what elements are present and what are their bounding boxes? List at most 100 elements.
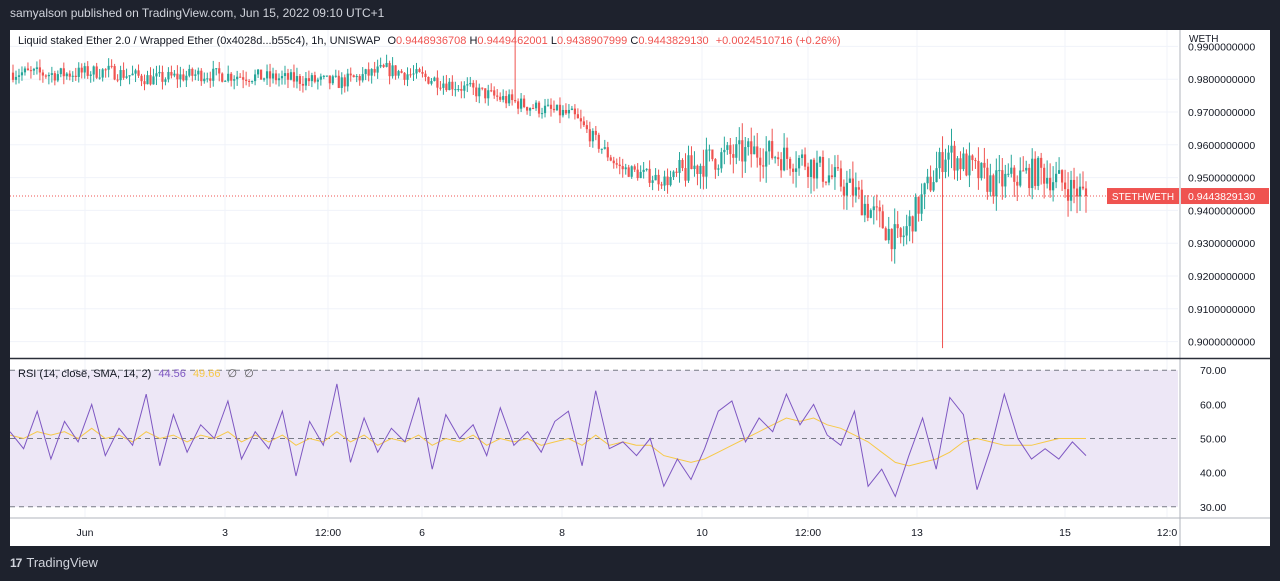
rsi-tick-label: 70.00 bbox=[1200, 365, 1226, 377]
candle-body bbox=[29, 70, 33, 72]
visibility-icon[interactable]: ∅ bbox=[228, 368, 238, 380]
candle-body bbox=[567, 109, 571, 114]
candle-body bbox=[941, 152, 944, 173]
candle-body bbox=[1058, 170, 1061, 174]
candle-body bbox=[968, 155, 971, 176]
candle-body bbox=[230, 73, 233, 81]
time-tick-label: 3 bbox=[222, 527, 228, 539]
candle-body bbox=[920, 194, 923, 214]
candle-body bbox=[935, 168, 938, 183]
candle-body bbox=[1049, 177, 1052, 191]
rsi-name: RSI (14, close, SMA, 14, 2) bbox=[18, 368, 152, 380]
candle-body bbox=[854, 187, 857, 196]
candle-body bbox=[989, 175, 992, 192]
candle-body bbox=[998, 170, 1001, 172]
candle-body bbox=[74, 75, 77, 77]
time-tick-label: 6 bbox=[419, 527, 425, 539]
price-tick-label: 0.9800000000 bbox=[1188, 74, 1255, 86]
candle-body bbox=[917, 197, 920, 214]
candle-body bbox=[1084, 188, 1088, 197]
candle-body bbox=[478, 87, 481, 97]
candle-body bbox=[893, 224, 896, 250]
symbol-legend[interactable]: Liquid staked Ether 2.0 / Wrapped Ether … bbox=[18, 35, 841, 47]
candle-body bbox=[322, 75, 325, 77]
candle-body bbox=[786, 147, 789, 159]
chart-canvas[interactable]: 0.99000000000.98000000000.97000000000.96… bbox=[10, 30, 1270, 546]
candle-body bbox=[585, 125, 588, 130]
candle-body bbox=[546, 104, 550, 106]
candle-body bbox=[194, 74, 197, 76]
candle-body bbox=[803, 154, 807, 167]
candle-body bbox=[433, 77, 436, 82]
price-tick-label: 0.9600000000 bbox=[1188, 140, 1255, 152]
candle-body bbox=[167, 71, 170, 80]
candle-body bbox=[869, 210, 872, 218]
candle-body bbox=[53, 73, 56, 81]
footer-brand[interactable]: 17 TradingView bbox=[10, 555, 98, 570]
candle-body bbox=[609, 157, 612, 161]
candle-body bbox=[508, 94, 511, 104]
candle-body bbox=[221, 73, 224, 82]
candle-body bbox=[191, 68, 194, 76]
time-tick-label: 13 bbox=[911, 527, 923, 539]
candle-body bbox=[397, 71, 400, 76]
candle-body bbox=[361, 74, 364, 81]
candle-body bbox=[475, 87, 478, 97]
candle-body bbox=[860, 189, 863, 216]
candle-body bbox=[1069, 179, 1073, 201]
price-tick-label: 0.9400000000 bbox=[1188, 205, 1255, 217]
candle-body bbox=[1081, 186, 1085, 189]
candle-body bbox=[83, 66, 86, 73]
candle-body bbox=[765, 151, 768, 167]
candle-body bbox=[343, 77, 346, 87]
candle-body bbox=[502, 96, 505, 100]
candle-body bbox=[224, 80, 227, 82]
candle-body bbox=[245, 79, 248, 81]
candle-body bbox=[239, 76, 242, 78]
change-value: +0.0024510716 (+0.26%) bbox=[715, 35, 841, 47]
candle-body bbox=[890, 228, 893, 250]
candle-body bbox=[983, 162, 986, 168]
candle-body bbox=[720, 152, 723, 169]
candle-body bbox=[430, 81, 433, 84]
candle-body bbox=[104, 69, 107, 71]
time-tick-label: Jun bbox=[77, 527, 94, 539]
candle-body bbox=[887, 228, 890, 241]
candle-body bbox=[265, 71, 269, 79]
candle-body bbox=[35, 67, 39, 69]
candle-body bbox=[11, 72, 15, 80]
rsi-legend[interactable]: RSI (14, close, SMA, 14, 2) 44.56 49.66 … bbox=[18, 367, 254, 380]
candle-body bbox=[227, 73, 230, 81]
price-tick-label: 0.9300000000 bbox=[1188, 238, 1255, 250]
candle-body bbox=[956, 158, 959, 171]
candle-body bbox=[1043, 167, 1046, 184]
candle-body bbox=[705, 149, 708, 177]
candle-body bbox=[134, 70, 137, 74]
candle-body bbox=[233, 79, 236, 81]
candle-body bbox=[520, 98, 523, 109]
candle-body bbox=[780, 159, 783, 171]
candle-body bbox=[588, 129, 591, 142]
candle-body bbox=[672, 171, 675, 177]
visibility-icon[interactable]: ∅ bbox=[244, 368, 254, 380]
candle-body bbox=[693, 165, 696, 170]
candle-body bbox=[612, 160, 615, 164]
candle-body bbox=[517, 101, 520, 109]
candle-body bbox=[944, 159, 947, 173]
candle-body bbox=[528, 108, 532, 111]
candle-body bbox=[328, 75, 331, 84]
candle-body bbox=[340, 77, 343, 88]
candle-body bbox=[681, 159, 684, 169]
candle-body bbox=[932, 182, 935, 191]
candle-body bbox=[762, 165, 765, 167]
candle-body bbox=[421, 72, 424, 74]
candle-body bbox=[26, 68, 30, 71]
candle-body bbox=[277, 78, 281, 81]
brand-name: TradingView bbox=[26, 555, 98, 570]
candle-body bbox=[690, 155, 693, 170]
time-tick-label: 12:0 bbox=[1157, 527, 1178, 539]
candle-body bbox=[484, 88, 487, 99]
candle-body bbox=[965, 153, 968, 176]
chart-frame[interactable]: 0.9900000000 0.9800000000 0.9700000000 0.96… bbox=[10, 30, 1270, 546]
time-tick-label: 12:00 bbox=[315, 527, 341, 539]
